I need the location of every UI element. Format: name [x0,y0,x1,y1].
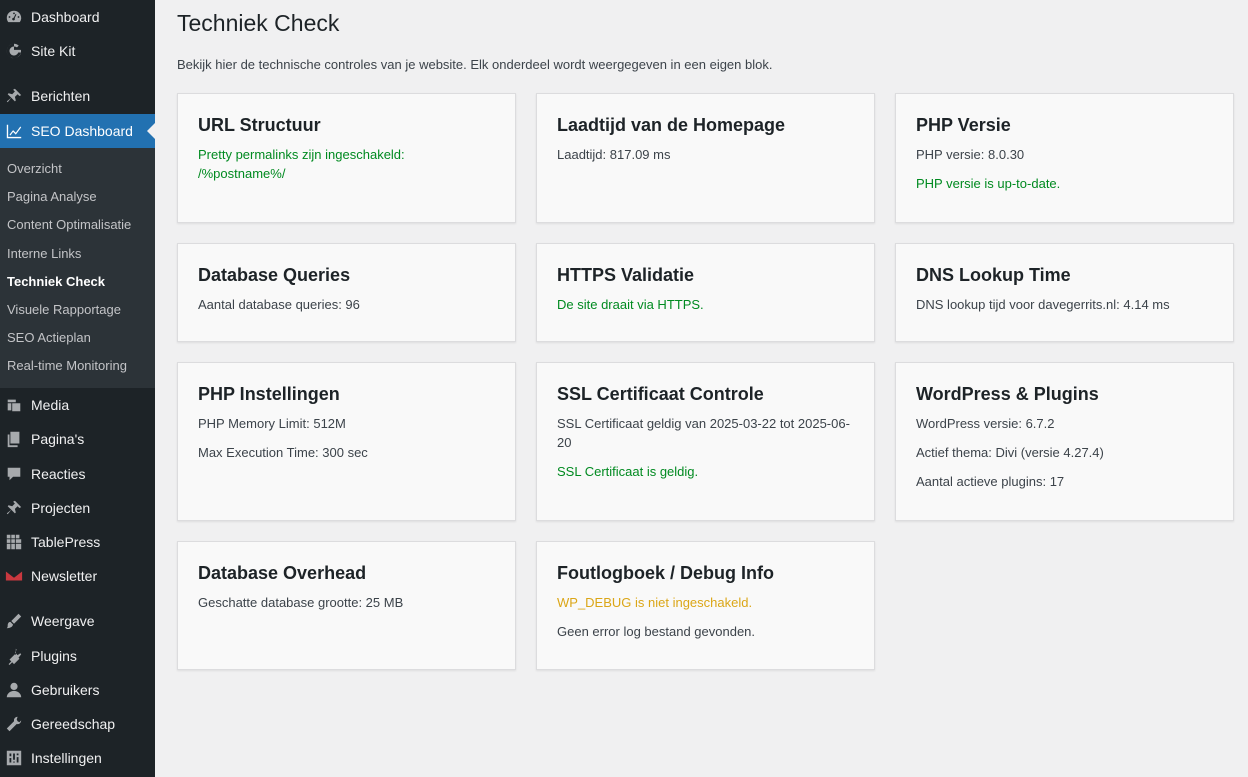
card-database-queries: Database Queries Aantal database queries… [177,243,516,342]
menu-item-weergave[interactable]: Weergave [0,604,155,638]
menu-item-seo-dashboard[interactable]: SEO Dashboard [0,114,155,148]
card-title: Laadtijd van de Homepage [557,115,786,135]
menu-item-reacties[interactable]: Reacties [0,457,155,491]
submenu-item-seo-actieplan[interactable]: SEO Actieplan [0,324,155,352]
card-database-overhead: Database Overhead Geschatte database gro… [177,541,516,670]
card-line: Pretty permalinks zijn ingeschakeld: /%p… [198,147,405,181]
submenu-item-pagina-analyse[interactable]: Pagina Analyse [0,183,155,211]
card-line: DNS lookup tijd voor davegerrits.nl: 4.1… [916,297,1170,312]
main-content: Techniek Check Bekijk hier de technische… [155,0,1248,777]
card-line: Aantal database queries: 96 [198,297,360,312]
user-icon [4,680,24,700]
card-url-structuur: URL Structuur Pretty permalinks zijn ing… [177,93,516,223]
pin-icon [4,498,24,518]
settings-icon [4,748,24,768]
pages-icon [4,429,24,449]
card-title: Database Overhead [198,563,367,583]
menu-item-instellingen[interactable]: Instellingen [0,741,155,775]
submenu-item-techniek-check[interactable]: Techniek Check [0,268,155,296]
menu-item-site-kit[interactable]: Site Kit [0,34,155,68]
card-line: Aantal actieve plugins: 17 [916,474,1065,489]
plugin-icon [4,646,24,666]
card-line: WP_DEBUG is niet ingeschakeld. [557,595,753,610]
card-title: PHP Instellingen [198,384,340,404]
menu-item-berichten[interactable]: Berichten [0,79,155,113]
menu-item-gebruikers[interactable]: Gebruikers [0,673,155,707]
card-title: SSL Certificaat Controle [557,384,764,404]
admin-sidebar: Dashboard Site Kit Berichten SEO Dashboa… [0,0,155,777]
google-g-icon [4,41,24,61]
card-title: Foutlogboek / Debug Info [557,563,774,583]
menu-label: Instellingen [31,750,102,766]
menu-label: SEO Dashboard [31,123,133,139]
card-title: PHP Versie [916,115,1011,135]
card-line: PHP versie: 8.0.30 [916,147,1025,162]
card-php-versie: PHP Versie PHP versie: 8.0.30 PHP versie… [895,93,1234,223]
card-php-instellingen: PHP Instellingen PHP Memory Limit: 512M … [177,362,516,521]
menu-label: Berichten [31,88,91,104]
menu-label: Media [31,397,70,413]
card-foutlogboek-debug: Foutlogboek / Debug Info WP_DEBUG is nie… [536,541,875,670]
envelope-icon [4,566,24,586]
menu-item-newsletter[interactable]: Newsletter [0,559,155,593]
menu-item-plugins[interactable]: Plugins [0,639,155,673]
card-line: PHP versie is up-to-date. [916,176,1061,191]
menu-label: Gereedschap [31,716,116,732]
card-line: Actief thema: Divi (versie 4.27.4) [916,445,1104,460]
card-line: Geen error log bestand gevonden. [557,624,756,639]
pin-icon [4,86,24,106]
menu-label: Pagina's [31,431,85,447]
card-dns-lookup-time: DNS Lookup Time DNS lookup tijd voor dav… [895,243,1234,342]
card-line: PHP Memory Limit: 512M [198,416,346,431]
menu-label: Reacties [31,466,86,482]
menu-label: TablePress [31,534,101,550]
card-title: HTTPS Validatie [557,265,695,285]
menu-item-projecten[interactable]: Projecten [0,491,155,525]
card-line: De site draait via HTTPS. [557,297,704,312]
menu-label: Gebruikers [31,682,100,698]
page-title: Techniek Check [177,10,340,36]
card-wordpress-plugins: WordPress & Plugins WordPress versie: 6.… [895,362,1234,521]
media-icon [4,395,24,415]
submenu-item-visuele-rapportage[interactable]: Visuele Rapportage [0,296,155,324]
menu-item-media[interactable]: Media [0,388,155,422]
menu-item-dashboard[interactable]: Dashboard [0,0,155,34]
page-description: Bekijk hier de technische controles van … [177,57,773,72]
card-title: Database Queries [198,265,351,285]
menu-label: Plugins [31,648,77,664]
menu-item-tablepress[interactable]: TablePress [0,525,155,559]
card-laadtijd-homepage: Laadtijd van de Homepage Laadtijd: 817.0… [536,93,875,223]
submenu-item-interne-links[interactable]: Interne Links [0,240,155,268]
menu-item-gereedschap[interactable]: Gereedschap [0,707,155,741]
chart-line-icon [4,121,24,141]
menu-label: Weergave [31,613,95,629]
card-title: URL Structuur [198,115,321,135]
brush-icon [4,611,24,631]
seo-submenu: Overzicht Pagina Analyse Content Optimal… [0,148,155,388]
card-title: WordPress & Plugins [916,384,1099,404]
card-line: Geschatte database grootte: 25 MB [198,595,404,610]
table-icon [4,532,24,552]
menu-label: Newsletter [31,568,98,584]
card-title: DNS Lookup Time [916,265,1071,285]
card-line: Laadtijd: 817.09 ms [557,147,671,162]
submenu-item-content-optimalisatie[interactable]: Content Optimalisatie [0,211,155,239]
card-ssl-certificaat: SSL Certificaat Controle SSL Certificaat… [536,362,875,521]
dashboard-icon [4,7,24,27]
card-line: Max Execution Time: 300 sec [198,445,368,460]
card-line: SSL Certificaat geldig van 2025-03-22 to… [557,416,850,450]
menu-label: Site Kit [31,43,76,59]
card-line: SSL Certificaat is geldig. [557,464,699,479]
comment-icon [4,464,24,484]
card-https-validatie: HTTPS Validatie De site draait via HTTPS… [536,243,875,342]
card-line: WordPress versie: 6.7.2 [916,416,1055,431]
submenu-item-realtime-monitoring[interactable]: Real-time Monitoring [0,352,155,380]
submenu-item-overzicht[interactable]: Overzicht [0,155,155,183]
wrench-icon [4,714,24,734]
menu-item-paginas[interactable]: Pagina's [0,422,155,456]
menu-label: Projecten [31,500,91,516]
menu-label: Dashboard [31,9,100,25]
